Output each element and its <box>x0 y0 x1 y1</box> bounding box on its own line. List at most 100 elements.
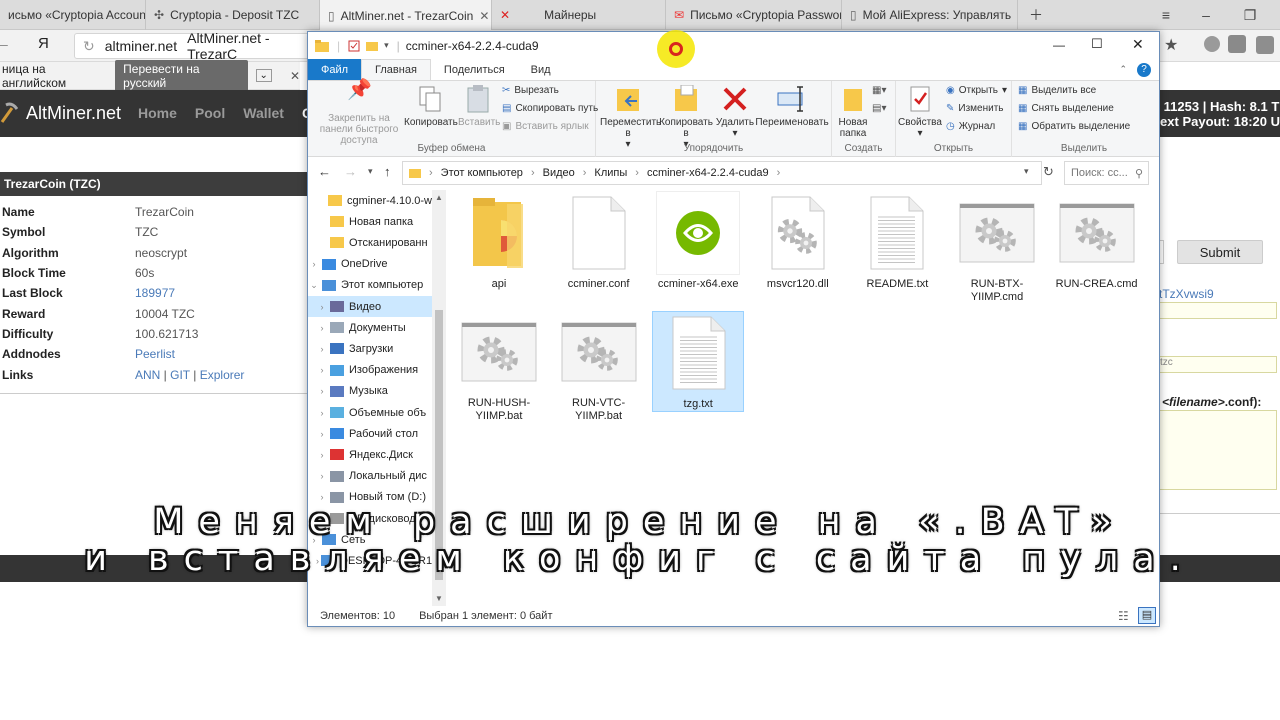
expand-arrow-icon[interactable]: › <box>316 386 328 396</box>
tab-home[interactable]: Главная <box>361 59 431 80</box>
nav-item[interactable]: cgminer-4.10.0-w <box>308 190 432 211</box>
expand-arrow-icon[interactable]: › <box>316 408 328 418</box>
file-item[interactable]: ccminer.conf <box>553 192 645 291</box>
select-all-button[interactable]: ▦ Выделить все <box>1018 85 1096 96</box>
paste-button[interactable]: Вставить <box>458 85 500 128</box>
coin-field[interactable]: tzc <box>1158 356 1277 373</box>
properties-button[interactable]: Свойства ▾ <box>898 85 942 139</box>
file-item[interactable]: RUN-HUSH-YIIMP.bat <box>453 311 545 423</box>
minimize-browser-button[interactable]: – <box>1186 0 1226 30</box>
new-folder-button[interactable]: Новая папка <box>834 85 872 139</box>
breadcrumb-item[interactable]: Клипы <box>594 167 627 179</box>
address-link[interactable]: tTzXvwsi9 <box>1159 287 1214 301</box>
back-arrow-icon[interactable]: ← <box>318 164 331 179</box>
tab-share[interactable]: Поделиться <box>431 59 518 80</box>
help-icon[interactable]: ? <box>1137 62 1151 77</box>
file-item[interactable]: RUN-CREA.cmd <box>1051 192 1143 291</box>
expand-arrow-icon[interactable]: › <box>308 259 320 269</box>
details-view-icon[interactable]: ☷ <box>1118 609 1129 623</box>
minimize-button[interactable]: — <box>1053 38 1065 52</box>
easy-access-button[interactable]: ▤▾ <box>872 103 886 114</box>
nav-item[interactable]: › OneDrive <box>308 254 432 275</box>
site-logo[interactable]: AltMiner.net <box>0 102 121 124</box>
expand-arrow-icon[interactable]: ⌄ <box>308 280 320 291</box>
new-tab-button[interactable]: ＋ <box>1016 0 1056 30</box>
nav-pool[interactable]: Pool <box>195 105 225 121</box>
recent-dropdown-icon[interactable]: ▾ <box>368 166 373 177</box>
pin-quick-access-button[interactable]: 📌 Закрепить на панели быстрого доступа <box>312 80 406 146</box>
extension-icon[interactable] <box>1228 35 1246 53</box>
nav-wallet[interactable]: Wallet <box>243 105 284 121</box>
delete-button[interactable]: Удалить ▾ <box>714 85 756 139</box>
expand-arrow-icon[interactable]: › <box>316 323 328 333</box>
expand-arrow-icon[interactable]: › <box>316 471 328 481</box>
tabs-menu-icon[interactable]: ≡ <box>1146 0 1186 30</box>
breadcrumb[interactable]: › Этот компьютер › Видео › Клипы › ccminer-… <box>402 161 1042 185</box>
invert-selection-button[interactable]: ▦ Обратить выделение <box>1018 121 1130 132</box>
edit-button[interactable]: ✎ Изменить <box>946 103 1004 114</box>
file-item[interactable]: api <box>453 192 545 291</box>
nav-item[interactable]: › Объемные объ <box>308 402 432 423</box>
copy-to-button[interactable]: Копировать в ▾ <box>658 85 714 150</box>
yandex-icon[interactable]: Я <box>38 35 49 52</box>
close-icon[interactable]: ✕ <box>290 69 300 83</box>
browser-tab[interactable]: ✣ Cryptopia - Deposit TZC <box>146 0 320 30</box>
nav-item[interactable]: › Музыка <box>308 381 432 402</box>
file-item[interactable]: README.txt <box>851 192 943 291</box>
nav-home[interactable]: Home <box>138 105 177 121</box>
expand-arrow-icon[interactable]: › <box>316 492 328 502</box>
copy-path-button[interactable]: ▤ Скопировать путь <box>502 103 598 114</box>
browser-tab[interactable]: ▯ Мой AliExpress: Управлять <box>842 0 1018 30</box>
nav-item[interactable]: Новая папка <box>308 211 432 232</box>
translate-dropdown-icon[interactable]: ⌄ <box>255 69 272 82</box>
breadcrumb-item[interactable]: ccminer-x64-2.2.4-cuda9 <box>647 167 769 179</box>
quick-access-dropdown-icon[interactable]: ▾ <box>384 40 389 51</box>
expand-arrow-icon[interactable]: › <box>316 429 328 439</box>
move-to-button[interactable]: Переместить в ▾ <box>600 85 661 150</box>
forward-arrow-icon[interactable]: → <box>344 164 357 179</box>
refresh-icon[interactable]: ↻ <box>1043 164 1054 180</box>
close-button[interactable]: ✕ <box>1132 36 1144 53</box>
url-field[interactable]: ↻ altminer.net AltMiner.net - TrezarC <box>74 30 324 62</box>
reload-icon[interactable]: ↻ <box>83 38 95 55</box>
collapse-ribbon-icon[interactable]: ⌃ <box>1119 64 1127 75</box>
row-link[interactable]: Peerlist <box>135 347 175 361</box>
new-folder-icon[interactable] <box>366 40 379 51</box>
translate-button[interactable]: Перевести на русский <box>115 59 248 92</box>
expand-arrow-icon[interactable]: › <box>316 344 328 354</box>
row-link[interactable]: 189977 <box>135 286 175 300</box>
maximize-button[interactable]: ☐ <box>1091 36 1103 52</box>
expand-arrow-icon[interactable]: › <box>316 365 328 375</box>
nav-item[interactable]: › Локальный дис <box>308 466 432 487</box>
expand-arrow-icon[interactable]: › <box>316 450 328 460</box>
file-item[interactable]: msvcr120.dll <box>752 192 844 291</box>
breadcrumb-item[interactable]: Этот компьютер <box>441 167 523 179</box>
submit-button[interactable]: Submit <box>1177 240 1263 264</box>
search-input[interactable]: Поиск: сс... ⚲ <box>1064 161 1149 185</box>
tab-view[interactable]: Вид <box>518 59 564 80</box>
open-button[interactable]: ◉ Открыть ▾ <box>946 85 1007 96</box>
tab-file[interactable]: Файл <box>308 59 362 80</box>
new-item-button[interactable]: ▦▾ <box>872 85 886 96</box>
rename-button[interactable]: Переименовать <box>754 85 830 128</box>
file-item[interactable]: RUN-VTC-YIIMP.bat <box>553 311 645 423</box>
config-textarea[interactable] <box>1158 410 1277 490</box>
explorer-link[interactable]: Explorer <box>200 368 245 382</box>
file-item[interactable]: RUN-BTX-YIIMP.cmd <box>951 192 1043 304</box>
back-icon[interactable]: – <box>0 36 8 52</box>
nav-item[interactable]: › Изображения <box>308 360 432 381</box>
extension-icon[interactable] <box>1256 36 1274 54</box>
up-arrow-icon[interactable]: ↑ <box>384 164 391 179</box>
expand-arrow-icon[interactable]: › <box>316 302 328 312</box>
nav-item[interactable]: › Видео <box>308 296 432 317</box>
ann-link[interactable]: ANN <box>135 368 160 382</box>
paste-shortcut-button[interactable]: ▣ Вставить ярлык <box>502 121 589 132</box>
browser-tab[interactable]: исьмо «Cryptopia Accounts <box>0 0 146 30</box>
path-dropdown-icon[interactable]: ▾ <box>1024 166 1029 177</box>
breadcrumb-item[interactable]: Видео <box>543 167 575 179</box>
history-button[interactable]: ◷ Журнал <box>946 121 995 132</box>
nav-item[interactable]: › Документы <box>308 317 432 338</box>
nav-item[interactable]: ⌄ Этот компьютер <box>308 275 432 296</box>
file-item[interactable]: tzg.txt <box>652 311 745 412</box>
browser-tab[interactable]: ✉ Письмо «Cryptopia Password <box>666 0 842 30</box>
